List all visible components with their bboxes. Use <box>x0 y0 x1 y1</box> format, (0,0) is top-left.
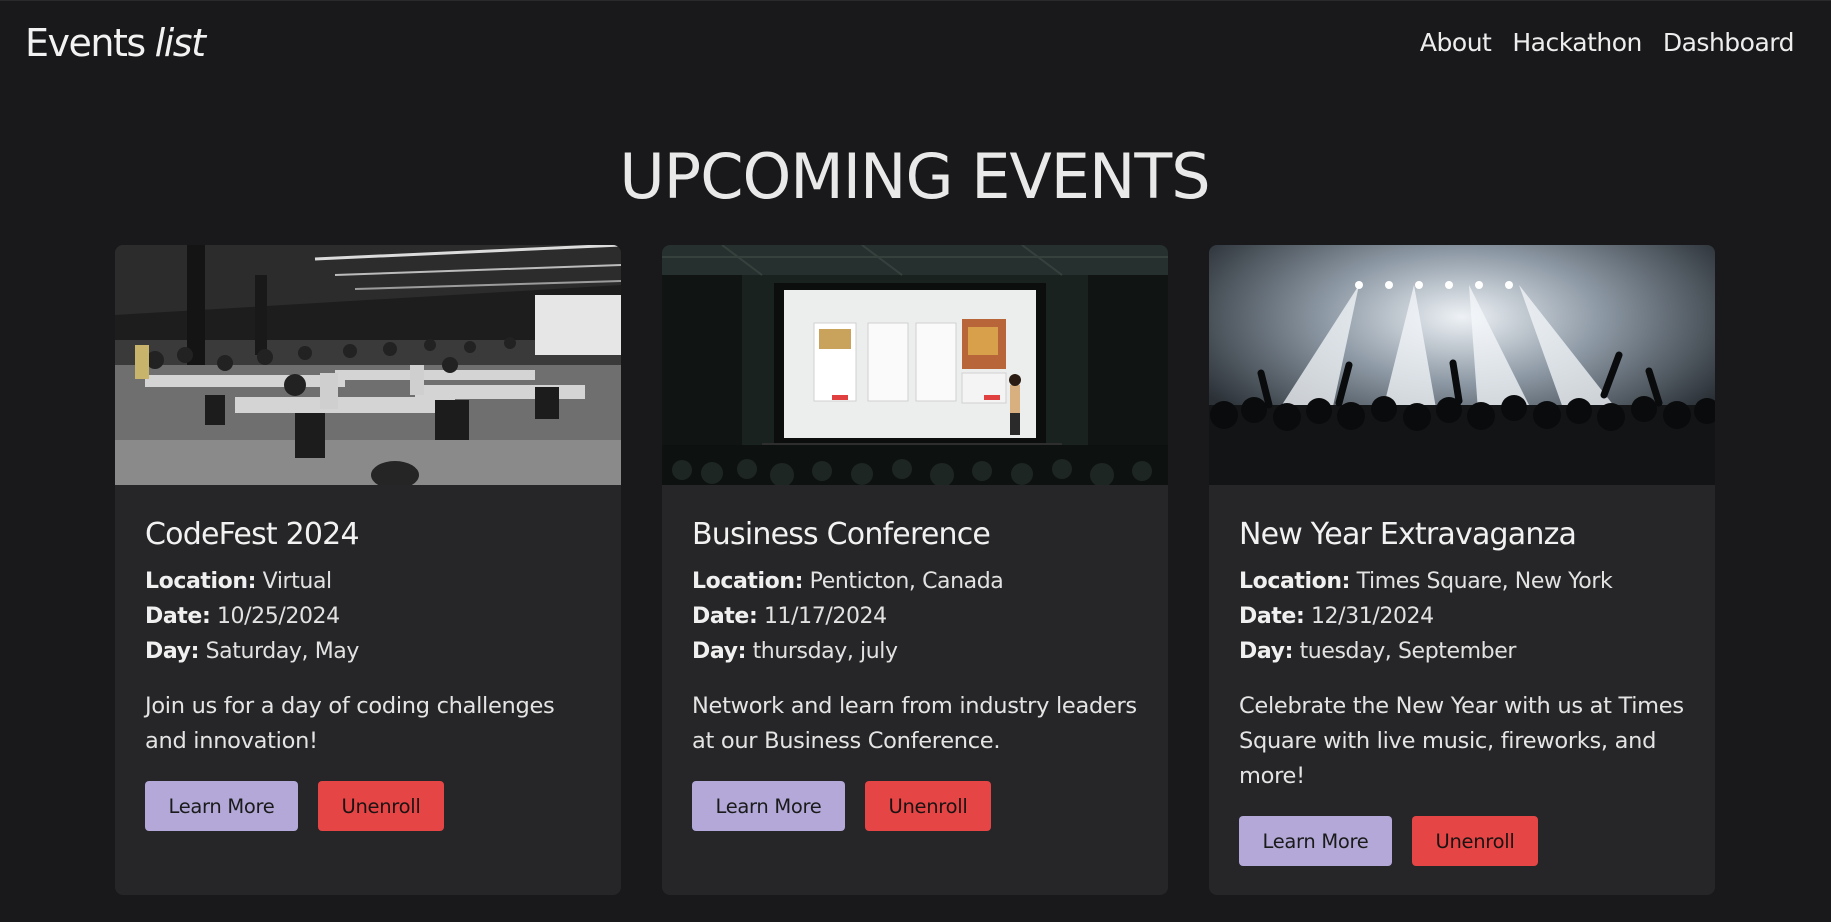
brand-logo[interactable]: Events list <box>25 20 206 65</box>
location-value: Virtual <box>262 569 332 594</box>
location-label: Location: <box>1239 569 1351 594</box>
event-date: Date: 12/31/2024 <box>1239 599 1685 634</box>
location-label: Location: <box>692 569 804 594</box>
event-location: Location: Times Square, New York <box>1239 564 1685 599</box>
page-title: UPCOMING EVENTS <box>619 140 1210 213</box>
nav-link-hackathon[interactable]: Hackathon <box>1512 28 1642 57</box>
event-description: Celebrate the New Year with us at Times … <box>1239 693 1684 789</box>
learn-more-button[interactable]: Learn More <box>145 781 298 831</box>
event-image-coding-hall <box>115 245 621 485</box>
event-image-concert-crowd <box>1209 245 1715 485</box>
event-day: Day: Saturday, May <box>145 634 591 669</box>
brand-name: Events <box>25 20 146 65</box>
event-title: Business Conference <box>692 517 991 552</box>
location-value: Times Square, New York <box>1356 569 1613 594</box>
day-label: Day: <box>1239 639 1293 664</box>
location-label: Location: <box>145 569 257 594</box>
card-actions: Learn More Unenroll <box>692 781 1138 831</box>
event-description: Join us for a day of coding challenges a… <box>145 693 555 754</box>
date-label: Date: <box>145 604 211 629</box>
unenroll-button[interactable]: Unenroll <box>318 781 444 831</box>
learn-more-button[interactable]: Learn More <box>1239 816 1392 866</box>
event-card: CodeFest 2024 Location: Virtual Date: 10… <box>115 245 621 895</box>
event-day: Day: tuesday, September <box>1239 634 1685 669</box>
brand-name-italic: list <box>154 20 206 65</box>
date-label: Date: <box>692 604 758 629</box>
event-cards: CodeFest 2024 Location: Virtual Date: 10… <box>115 245 1715 895</box>
date-value: 12/31/2024 <box>1310 604 1434 629</box>
event-title: New Year Extravaganza <box>1239 517 1577 552</box>
event-description: Network and learn from industry leaders … <box>692 693 1137 754</box>
event-card: Business Conference Location: Penticton,… <box>662 245 1168 895</box>
date-label: Date: <box>1239 604 1305 629</box>
event-location: Location: Virtual <box>145 564 591 599</box>
event-card: New Year Extravaganza Location: Times Sq… <box>1209 245 1715 895</box>
day-value: Saturday, May <box>205 639 360 664</box>
unenroll-button[interactable]: Unenroll <box>865 781 991 831</box>
day-label: Day: <box>145 639 199 664</box>
nav-link-about[interactable]: About <box>1420 28 1492 57</box>
day-value: tuesday, September <box>1299 639 1517 664</box>
date-value: 10/25/2024 <box>216 604 340 629</box>
nav-links: About Hackathon Dashboard <box>1420 28 1795 57</box>
navbar: Events list About Hackathon Dashboard <box>0 0 1831 84</box>
event-date: Date: 10/25/2024 <box>145 599 591 634</box>
event-location: Location: Penticton, Canada <box>692 564 1138 599</box>
event-image-conference-stage <box>662 245 1168 485</box>
location-value: Penticton, Canada <box>809 569 1004 594</box>
day-label: Day: <box>692 639 746 664</box>
nav-link-dashboard[interactable]: Dashboard <box>1663 28 1795 57</box>
learn-more-button[interactable]: Learn More <box>692 781 845 831</box>
event-date: Date: 11/17/2024 <box>692 599 1138 634</box>
card-actions: Learn More Unenroll <box>1239 816 1685 866</box>
event-day: Day: thursday, july <box>692 634 1138 669</box>
date-value: 11/17/2024 <box>763 604 887 629</box>
card-actions: Learn More Unenroll <box>145 781 591 831</box>
unenroll-button[interactable]: Unenroll <box>1412 816 1538 866</box>
day-value: thursday, july <box>752 639 898 664</box>
event-title: CodeFest 2024 <box>145 517 360 552</box>
